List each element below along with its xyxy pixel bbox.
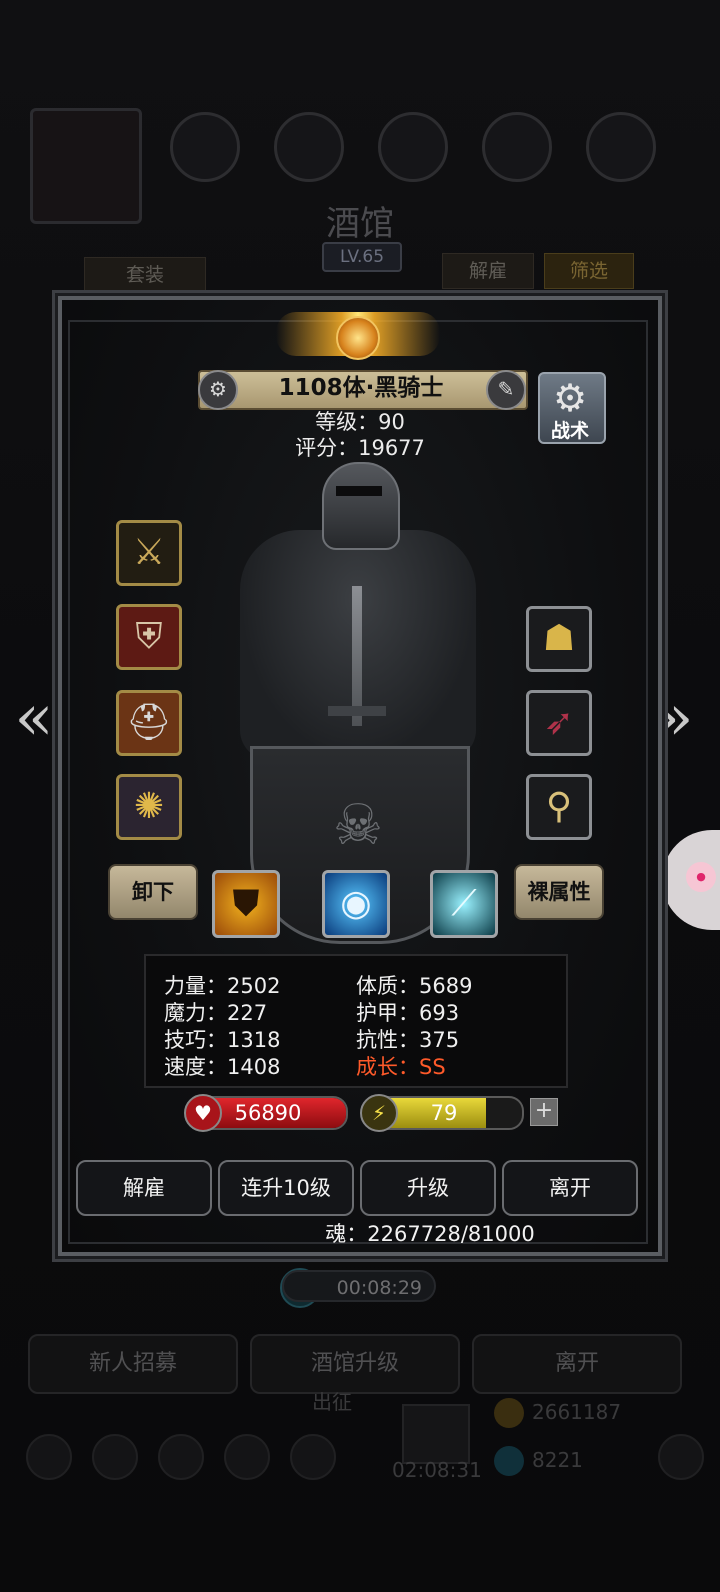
bottom-nav-icon	[290, 1434, 336, 1480]
bottom-nav-icon	[26, 1434, 72, 1480]
gear-icon: ⚙	[552, 376, 588, 420]
player-avatar	[30, 108, 142, 224]
level-up-button[interactable]: 升级	[360, 1160, 496, 1216]
rename-edit-icon[interactable]: ✎	[486, 370, 526, 410]
sun-emblem-icon	[336, 316, 380, 360]
tactics-label: 战术	[550, 420, 589, 442]
recruit-button: 新人招募	[28, 1334, 238, 1394]
bottom-nav-icon	[158, 1434, 204, 1480]
lightning-icon: ⚡	[360, 1094, 398, 1132]
menu-circle-icon	[586, 112, 656, 182]
menu-circle-icon	[482, 112, 552, 182]
tavern-title: 酒馆	[326, 204, 394, 244]
amulet-slot-amulet-icon[interactable]: ✺	[116, 774, 182, 840]
knight-sword	[352, 586, 362, 726]
shield-wing-emblem-icon: ☠	[332, 793, 384, 858]
trinket-slot-magnifier-icon[interactable]: ⚲	[526, 774, 592, 840]
bottom-nav-icon	[658, 1434, 704, 1480]
hero-score: 评分：19677	[295, 436, 425, 460]
filter-button: 筛选	[544, 253, 634, 289]
base-attributes-button[interactable]: 裸属性	[514, 864, 604, 920]
add-energy-button[interactable]: +	[530, 1098, 558, 1126]
weapon-slot-sword-icon[interactable]: ⚔	[116, 520, 182, 586]
unequip-button[interactable]: 卸下	[108, 864, 198, 920]
gold-amount: 2661187	[532, 1400, 622, 1424]
knight-helmet	[322, 462, 400, 550]
menu-circle-icon	[274, 112, 344, 182]
attr-constitution: 体质：5689	[356, 974, 473, 998]
bottom-nav-icon	[224, 1434, 270, 1480]
menu-circle-icon	[170, 112, 240, 182]
attr-speed: 速度：1408	[164, 1055, 281, 1079]
set-button: 套装	[84, 257, 206, 293]
gem-amount: 8221	[532, 1448, 583, 1472]
attr-skill: 技巧：1318	[164, 1028, 281, 1052]
slash-icon[interactable]: ⟋	[430, 870, 498, 938]
gift-box-icon	[402, 1404, 470, 1464]
dismiss-button[interactable]: 解雇	[76, 1160, 212, 1216]
bg-leave-button: 离开	[472, 1334, 682, 1394]
eye-icon[interactable]: ◉	[322, 870, 390, 938]
soul-counter: 魂：2267728/81000	[325, 1222, 535, 1246]
gold-coin-icon	[494, 1398, 524, 1428]
attr-resistance: 抗性：375	[356, 1028, 460, 1052]
tavern-upgrade-button: 酒馆升级	[250, 1334, 460, 1394]
leave-button[interactable]: 离开	[502, 1160, 638, 1216]
helmet-slot-helmet-icon[interactable]: ⛑	[116, 690, 182, 756]
prev-hero-arrow-icon[interactable]: «	[8, 684, 60, 752]
hero-name: 1108体·黑骑士	[278, 375, 444, 401]
tavern-level-badge: LV.65	[322, 242, 402, 272]
knight-visor	[336, 486, 382, 496]
gem-icon	[494, 1446, 524, 1476]
knight-sword-guard	[328, 706, 386, 716]
level-up-10-button[interactable]: 连升10级	[218, 1160, 354, 1216]
assistant-icon: ●	[686, 862, 716, 892]
expedition-label: 出征	[312, 1390, 352, 1414]
settings-badge-icon[interactable]: ⚙	[198, 370, 238, 410]
flame-shield-icon[interactable]: ⛊	[212, 870, 280, 938]
attr-growth: 成长：SS	[356, 1055, 446, 1079]
attr-magic: 魔力：227	[164, 1001, 268, 1025]
attr-strength: 力量：2502	[164, 974, 281, 998]
heart-icon: ♥	[184, 1094, 222, 1132]
bg-dismiss-button: 解雇	[442, 253, 534, 289]
gift-timer: 02:08:31	[392, 1458, 482, 1482]
menu-circle-icon	[378, 112, 448, 182]
attr-armor: 护甲：693	[356, 1001, 460, 1025]
refresh-timer: 00:08:29	[282, 1270, 436, 1302]
bottom-nav-icon	[92, 1434, 138, 1480]
charm-slot-shield-charm-icon[interactable]: ☗	[526, 606, 592, 672]
armor-slot-armor-icon[interactable]: ⛨	[116, 604, 182, 670]
ranged-slot-bow-icon[interactable]: ➶	[526, 690, 592, 756]
